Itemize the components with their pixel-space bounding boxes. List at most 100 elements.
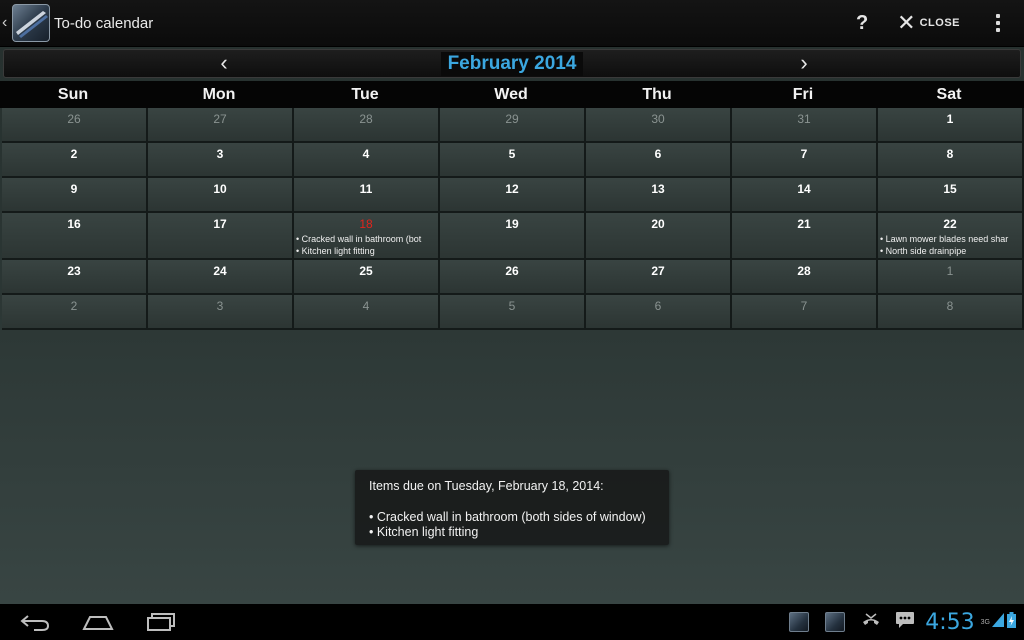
day-number: 3 — [216, 299, 224, 313]
calendar-day-cell[interactable]: 24 — [148, 260, 294, 295]
app-logo-icon[interactable] — [12, 4, 50, 42]
calendar-day-cell[interactable]: 3 — [148, 143, 294, 178]
day-number: 6 — [654, 299, 662, 313]
calendar-day-cell[interactable]: 12 — [440, 178, 586, 213]
day-item: • Cracked wall in bathroom (bot — [296, 234, 422, 244]
day-number: 10 — [213, 182, 227, 196]
calendar-day-cell[interactable]: 9 — [2, 178, 148, 213]
calendar-day-cell[interactable]: 26 — [2, 108, 148, 143]
calendar-day-cell[interactable]: 21 — [732, 213, 878, 260]
close-label: CLOSE — [919, 17, 960, 29]
toast-heading: Items due on Tuesday, February 18, 2014: — [369, 479, 604, 493]
day-number: 28 — [359, 112, 373, 126]
day-number: 26 — [67, 112, 81, 126]
calendar-day-cell[interactable]: 8 — [878, 295, 1024, 330]
calendar-day-cell[interactable]: 19 — [440, 213, 586, 260]
recent-apps-icon[interactable] — [131, 604, 191, 640]
month-navigation: ‹ February 2014 › — [3, 49, 1021, 78]
calendar-day-cell[interactable]: 31 — [732, 108, 878, 143]
calendar-day-cell[interactable]: 27 — [586, 260, 732, 295]
calendar-day-cell[interactable]: 15 — [878, 178, 1024, 213]
calendar-day-cell[interactable]: 23 — [2, 260, 148, 295]
overflow-dot — [996, 21, 1000, 25]
calendar-day-cell[interactable]: 13 — [586, 178, 732, 213]
next-month-chevron-right-icon[interactable]: › — [784, 50, 824, 77]
calendar-day-cell[interactable]: 7 — [732, 295, 878, 330]
help-button[interactable]: ? — [845, 12, 879, 35]
calendar-day-cell[interactable]: 27 — [148, 108, 294, 143]
calendar-day-cell[interactable]: 26 — [440, 260, 586, 295]
calendar-day-cell[interactable]: 30 — [586, 108, 732, 143]
message-icon — [895, 611, 915, 634]
calendar-week-row: 26 27 28 29 30 31 1 — [2, 108, 1024, 143]
app-notification-icon — [789, 612, 810, 632]
calendar-day-cell[interactable]: 20 — [586, 213, 732, 260]
network-type: 3G — [980, 618, 990, 626]
calendar-day-cell[interactable]: 18 • Cracked wall in bathroom (bot • Kitch… — [294, 213, 440, 260]
calendar-day-cell[interactable]: 22 • Lawn mower blades need shar • North s… — [878, 213, 1024, 260]
weekday-label: Thu — [642, 86, 672, 103]
month-title[interactable]: February 2014 — [441, 52, 583, 76]
day-number: 13 — [651, 182, 665, 196]
previous-month-chevron-left-icon[interactable]: ‹ — [204, 50, 244, 77]
calendar-day-cell[interactable]: 17 — [148, 213, 294, 260]
weekday-label: Wed — [494, 86, 528, 103]
calendar-day-cell[interactable]: 6 — [586, 295, 732, 330]
day-number: 25 — [359, 264, 373, 278]
calendar-day-cell[interactable]: 5 — [440, 295, 586, 330]
day-item: • North side drainpipe — [880, 246, 967, 256]
close-icon: ✕ — [897, 10, 916, 35]
day-number: 12 — [505, 182, 519, 196]
day-item: • Lawn mower blades need shar — [880, 234, 1009, 244]
action-bar: ‹ To-do calendar ? ✕ CLOSE — [0, 0, 1024, 47]
clock: 4:53 — [925, 609, 975, 635]
close-button[interactable]: ✕ CLOSE — [897, 12, 960, 34]
system-navigation-bar: 4:53 3G — [0, 604, 1024, 640]
day-number: 18 — [359, 217, 373, 231]
calendar-day-cell[interactable]: 7 — [732, 143, 878, 178]
calendar-day-cell[interactable]: 3 — [148, 295, 294, 330]
day-number: 19 — [505, 217, 519, 231]
weekday-label: Mon — [202, 86, 236, 103]
day-number: 11 — [359, 182, 373, 196]
calendar-day-cell[interactable]: 1 — [878, 260, 1024, 295]
overflow-dot — [996, 28, 1000, 32]
calendar-day-cell[interactable]: 4 — [294, 295, 440, 330]
day-number: 8 — [946, 299, 954, 313]
calendar-week-row: 23 24 25 26 27 28 1 — [2, 260, 1024, 295]
calendar-day-cell[interactable]: 28 — [732, 260, 878, 295]
calendar-day-cell[interactable]: 6 — [586, 143, 732, 178]
day-number: 1 — [946, 112, 954, 126]
day-item-list: • Lawn mower blades need shar • North sid… — [880, 233, 1022, 257]
day-number: 21 — [797, 217, 811, 231]
home-icon[interactable] — [68, 604, 128, 640]
up-chevron-left-icon[interactable]: ‹ — [2, 15, 12, 31]
day-number: 2 — [70, 147, 78, 161]
overflow-menu-icon[interactable] — [988, 14, 1008, 32]
calendar-day-cell[interactable]: 14 — [732, 178, 878, 213]
app-notification-icon — [825, 612, 846, 632]
calendar-day-cell[interactable]: 25 — [294, 260, 440, 295]
status-area[interactable]: 4:53 3G — [789, 604, 1024, 640]
calendar-day-cell[interactable]: 8 — [878, 143, 1024, 178]
day-number: 22 — [943, 217, 957, 231]
calendar-week-row: 16 17 18 • Cracked wall in bathroom (bot • K… — [2, 213, 1024, 260]
day-number: 4 — [362, 299, 370, 313]
calendar-day-cell[interactable]: 5 — [440, 143, 586, 178]
calendar-day-cell[interactable]: 4 — [294, 143, 440, 178]
calendar-day-cell[interactable]: 11 — [294, 178, 440, 213]
calendar-day-cell[interactable]: 2 — [2, 143, 148, 178]
calendar-day-cell[interactable]: 1 — [878, 108, 1024, 143]
day-number: 27 — [651, 264, 665, 278]
calendar-day-cell[interactable]: 2 — [2, 295, 148, 330]
calendar-day-cell[interactable]: 16 — [2, 213, 148, 260]
day-number: 16 — [67, 217, 81, 231]
calendar-week-row: 2 3 4 5 6 7 8 — [2, 295, 1024, 330]
back-icon[interactable] — [5, 604, 65, 640]
day-number: 30 — [651, 112, 665, 126]
items-due-toast: Items due on Tuesday, February 18, 2014:… — [355, 470, 669, 545]
calendar-day-cell[interactable]: 28 — [294, 108, 440, 143]
calendar-day-cell[interactable]: 29 — [440, 108, 586, 143]
calendar-day-cell[interactable]: 10 — [148, 178, 294, 213]
day-number: 24 — [213, 264, 227, 278]
